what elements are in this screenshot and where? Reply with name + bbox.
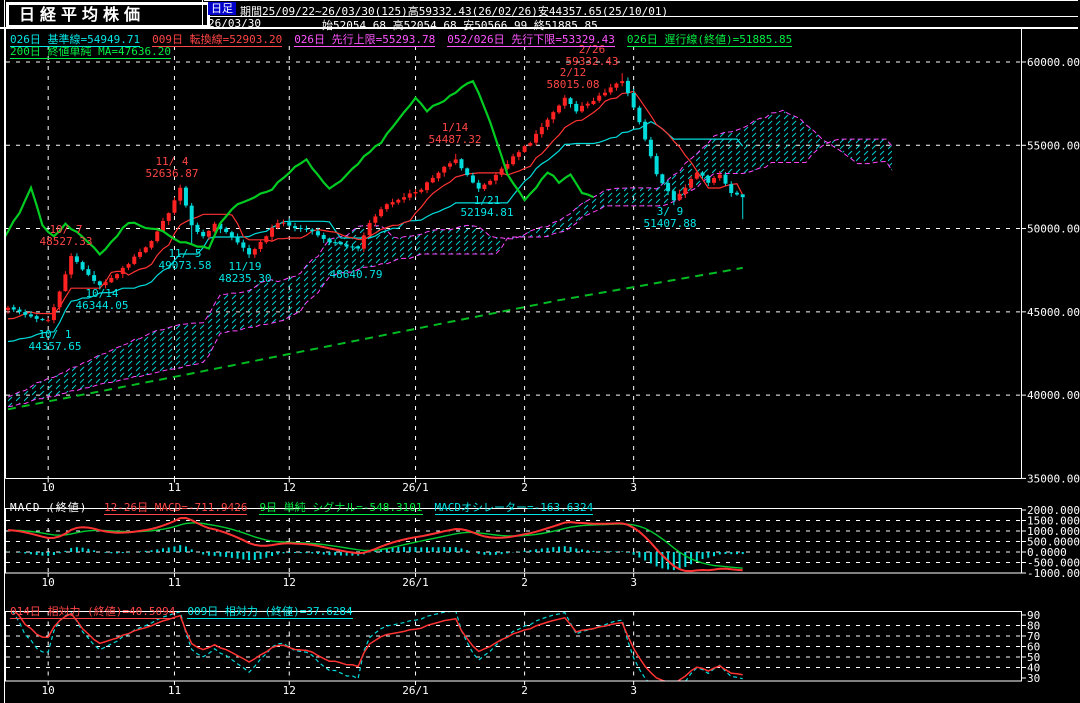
ichimoku-legend-item-3: 052/026日 先行下限=53329.43 <box>447 33 615 47</box>
axis-label: 2 <box>521 481 528 494</box>
annotation-value: 58015.08 <box>547 78 600 91</box>
annotation-value: 52636.87 <box>146 167 199 180</box>
axis-label: 12 <box>283 481 296 494</box>
axis-label: 50000.00 <box>1027 223 1080 236</box>
rsi-legend-item-1: 009日 相対力 (終値)=37.6284 <box>187 605 352 619</box>
axis-label: 45000.00 <box>1027 306 1080 319</box>
axis-label: 2 <box>521 576 528 589</box>
macd-legend-item-1: 9日 単純 シグナル=-548.3101 <box>259 501 422 515</box>
annotation-value: 54487.32 <box>429 133 482 146</box>
macd-pane-title: MACD (終値) <box>10 501 87 514</box>
ma-legend-item-0: 200日 終値単純 MA=47636.20 <box>10 45 171 59</box>
macd-legend: MACD (終値) 12-26日 MACD=-711.9426 9日 単純 シグナ… <box>10 499 605 515</box>
chart-canvas[interactable]: 10/ 748527.332/2659332.432/1258015.081/1… <box>0 0 1080 703</box>
axis-label: 12 <box>283 684 296 697</box>
current-date: 26/03/30 <box>208 17 261 30</box>
axis-labels: 60000.00 55000.00 50000.00 45000.00 40000.00… <box>42 56 1080 697</box>
annotation-value: 46344.05 <box>76 299 129 312</box>
axis-label: 10 <box>42 576 55 589</box>
annotation-value: 44357.65 <box>29 340 82 353</box>
timeframe-badge[interactable]: 日足 <box>208 2 236 15</box>
annotation-value: 48640.79 <box>330 268 383 281</box>
axis-label: 26/1 <box>402 684 429 697</box>
axis-label: 26/1 <box>402 481 429 494</box>
app-title: 日経平均株価 <box>6 2 210 28</box>
axis-label: 3 <box>630 576 637 589</box>
axis-label: 3 <box>630 684 637 697</box>
axis-label: 35000.00 <box>1027 472 1080 485</box>
axis-label: 40000.00 <box>1027 389 1080 402</box>
header-separator <box>202 0 203 28</box>
rsi-legend: 014日 相対力 (終値)=40.5094 009日 相対力 (終値)=37.62… <box>10 603 365 619</box>
axis-label: 10 <box>42 481 55 494</box>
macd-line <box>8 518 743 571</box>
axis-label: 11 <box>168 576 181 589</box>
axis-label: 11 <box>168 684 181 697</box>
rsi-legend-item-0: 014日 相対力 (終値)=40.5094 <box>10 605 175 619</box>
annotation-value: 51407.88 <box>644 217 697 230</box>
macd-pane <box>6 508 1022 573</box>
window-border-left <box>4 0 5 703</box>
axis-label: 30 <box>1027 672 1040 685</box>
ma-legend: 200日 終値単純 MA=47636.20 <box>10 43 183 59</box>
axis-label: 55000.00 <box>1027 139 1080 152</box>
header-border-top <box>204 0 1078 1</box>
axis-label: 10 <box>42 684 55 697</box>
axis-label: 26/1 <box>402 576 429 589</box>
axis-label: 12 <box>283 576 296 589</box>
axis-label: 60000.00 <box>1027 56 1080 69</box>
macd-legend-item-2: MACDオシレーター=-163.6324 <box>435 501 594 515</box>
annotation-value: 48527.33 <box>40 235 93 248</box>
axis-label: -1000.00 <box>1027 567 1080 580</box>
axis-label: 3 <box>630 481 637 494</box>
ichimoku-legend-item-2: 026日 先行上限=55293.78 <box>294 33 435 47</box>
annotation-value: 52194.81 <box>461 206 514 219</box>
macd-legend-item-0: 12-26日 MACD=-711.9426 <box>104 501 247 515</box>
annotation-value: 48235.30 <box>219 272 272 285</box>
ichimoku-cloud <box>8 110 892 406</box>
app-title-text: 日経平均株価 <box>19 5 145 24</box>
annotation-value: 49073.58 <box>159 259 212 272</box>
macd-signal-line <box>8 523 743 568</box>
ichimoku-legend-item-4: 026日 遅行線(終値)=51885.85 <box>627 33 792 47</box>
axis-label: 2 <box>521 684 528 697</box>
axis-label: 11 <box>168 481 181 494</box>
